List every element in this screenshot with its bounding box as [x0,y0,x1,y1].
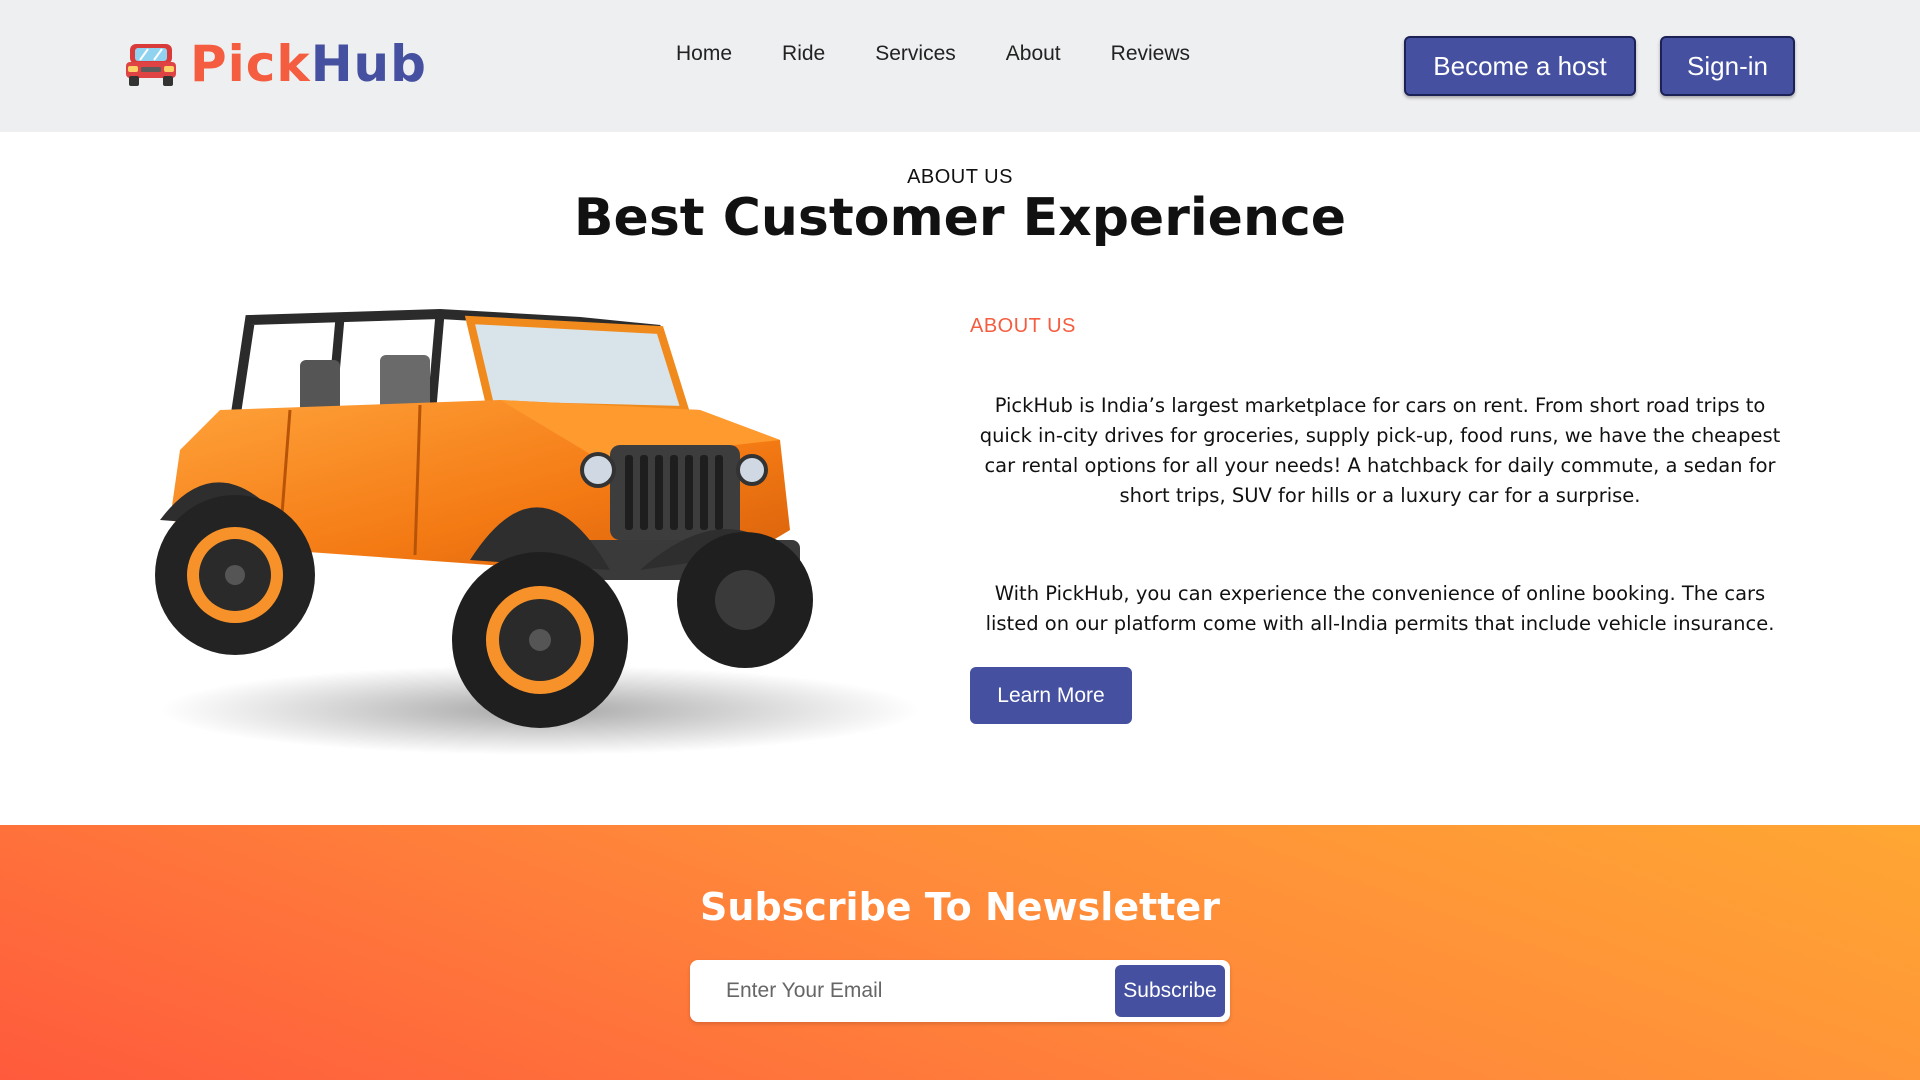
section-heading: Best Customer Experience [573,188,1347,248]
nav-ride[interactable]: Ride [782,42,825,66]
section-kicker: ABOUT US [907,166,1013,188]
become-host-button[interactable]: Become a host [1404,36,1636,96]
logo[interactable]: PickHub [124,34,427,94]
newsletter-section: Subscribe To Newsletter Subscribe [0,825,1920,1080]
nav-home[interactable]: Home [676,42,732,66]
logo-text-pick: Pick [190,35,311,93]
newsletter-form: Subscribe [690,960,1230,1022]
orange-jeep-image [140,300,930,760]
learn-more-button[interactable]: Learn More [970,667,1132,724]
nav-reviews[interactable]: Reviews [1111,42,1190,66]
email-input[interactable] [726,970,1086,1012]
nav-about[interactable]: About [1006,42,1061,66]
sign-in-button[interactable]: Sign-in [1660,36,1795,96]
about-paragraph-2: With PickHub, you can experience the con… [985,582,1775,635]
site-header: PickHub Home Ride Services About Reviews… [0,0,1920,132]
logo-text-hub: Hub [310,35,427,93]
main-nav: Home Ride Services About Reviews [676,42,1190,66]
red-car-icon [126,44,176,86]
logo-text: PickHub [190,34,427,94]
subscribe-button[interactable]: Subscribe [1115,965,1225,1017]
nav-services[interactable]: Services [875,42,956,66]
about-label: ABOUT US [970,315,1076,337]
jeep-illustration [155,308,920,755]
newsletter-title: Subscribe To Newsletter [700,885,1220,929]
about-paragraph-1: PickHub is India’s largest marketplace f… [979,394,1781,507]
